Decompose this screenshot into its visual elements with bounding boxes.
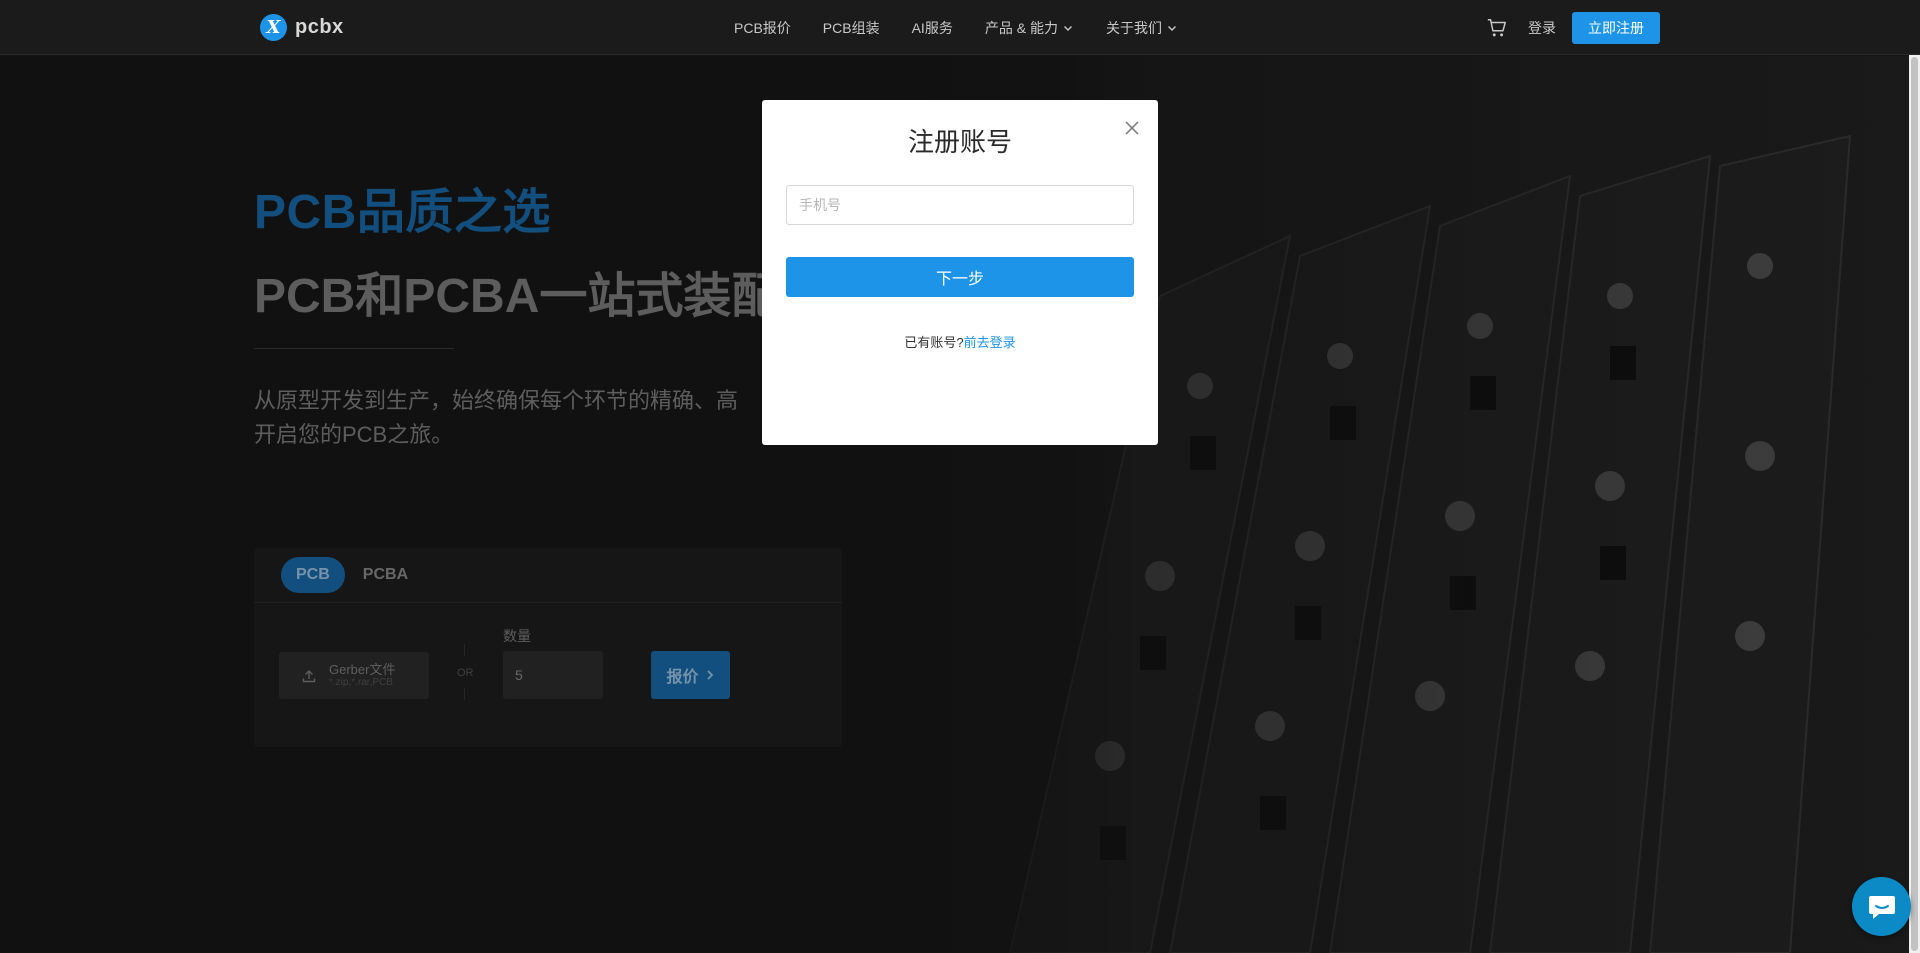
chevron-down-icon bbox=[1063, 25, 1072, 31]
nav-label: PCB组装 bbox=[822, 19, 880, 36]
close-icon[interactable] bbox=[1124, 120, 1140, 136]
nav-label: 产品 & 能力 bbox=[984, 19, 1058, 36]
logo-icon: X bbox=[260, 14, 287, 41]
hero-divider bbox=[254, 348, 454, 349]
upload-hint: *.zip,*.rar,PCB bbox=[329, 677, 393, 688]
quote-tabs: PCB PCBA bbox=[254, 548, 842, 603]
upload-icon bbox=[302, 669, 316, 682]
quantity-input[interactable] bbox=[503, 651, 603, 699]
page-scrollbar[interactable] bbox=[1909, 55, 1920, 953]
nav-ai-service[interactable]: AI服务 bbox=[912, 18, 953, 38]
nav-label: AI服务 bbox=[911, 19, 953, 36]
has-account-text: 已有账号? bbox=[904, 335, 964, 350]
upload-text: Gerber文件 *.zip,*.rar,PCB bbox=[329, 662, 396, 689]
gerber-upload-button[interactable]: Gerber文件 *.zip,*.rar,PCB bbox=[279, 652, 429, 699]
tab-pcba[interactable]: PCBA bbox=[363, 566, 408, 584]
or-divider-top bbox=[464, 644, 465, 656]
nav-pcb-quote[interactable]: PCB报价 bbox=[734, 18, 791, 38]
hero-subtitle: PCB和PCBA一站式装配 bbox=[254, 270, 768, 323]
tab-pcb[interactable]: PCB bbox=[281, 557, 345, 593]
or-label: OR bbox=[457, 667, 474, 679]
logo[interactable]: X pcbx bbox=[260, 14, 344, 41]
hero-title: PCB品质之选 bbox=[254, 186, 551, 239]
chevron-right-icon bbox=[706, 670, 713, 680]
logo-text: pcbx bbox=[295, 16, 344, 38]
header-actions: 登录 立即注册 bbox=[1486, 0, 1660, 55]
nav-label: PCB报价 bbox=[734, 19, 791, 36]
next-step-button[interactable]: 下一步 bbox=[786, 257, 1134, 297]
login-link[interactable]: 登录 bbox=[1528, 18, 1556, 38]
register-button[interactable]: 立即注册 bbox=[1572, 11, 1660, 44]
quantity-label: 数量 bbox=[503, 628, 531, 644]
hero-description-line1: 从原型开发到生产，始终确保每个环节的精确、高 bbox=[254, 388, 739, 413]
scrollbar-thumb[interactable] bbox=[1911, 57, 1918, 951]
main-nav: PCB报价 PCB组装 AI服务 产品 & 能力 关于我们 bbox=[734, 0, 1178, 55]
go-login-link[interactable]: 前去登录 bbox=[964, 335, 1016, 350]
phone-input[interactable] bbox=[786, 185, 1134, 225]
chat-button[interactable] bbox=[1852, 877, 1911, 936]
chevron-down-icon bbox=[1167, 25, 1176, 31]
or-divider-bottom bbox=[464, 688, 465, 700]
top-header: X pcbx PCB报价 PCB组装 AI服务 产品 & 能力 关于我们 登录 … bbox=[0, 0, 1920, 55]
hero-description-line2: 开启您的PCB之旅。 bbox=[254, 422, 454, 447]
register-modal: 注册账号 下一步 已有账号?前去登录 bbox=[762, 100, 1158, 445]
nav-label: 关于我们 bbox=[1105, 19, 1162, 36]
quote-button-label: 报价 bbox=[666, 669, 699, 686]
hero-description: 从原型开发到生产，始终确保每个环节的精确、高 开启您的PCB之旅。 bbox=[254, 384, 774, 452]
login-prompt: 已有账号?前去登录 bbox=[762, 332, 1158, 351]
nav-about-us[interactable]: 关于我们 bbox=[1106, 18, 1178, 38]
upload-title: Gerber文件 bbox=[329, 662, 396, 677]
quote-button[interactable]: 报价 bbox=[651, 651, 730, 699]
chat-bubble-icon bbox=[1868, 895, 1895, 919]
shopping-cart-icon[interactable] bbox=[1486, 17, 1508, 39]
nav-pcb-assembly[interactable]: PCB组装 bbox=[823, 18, 880, 38]
quote-panel: PCB PCBA Gerber文件 *.zip,*.rar,PCB OR 数量 … bbox=[254, 548, 842, 747]
modal-title: 注册账号 bbox=[907, 127, 1012, 157]
nav-products-capabilities[interactable]: 产品 & 能力 bbox=[985, 18, 1074, 38]
